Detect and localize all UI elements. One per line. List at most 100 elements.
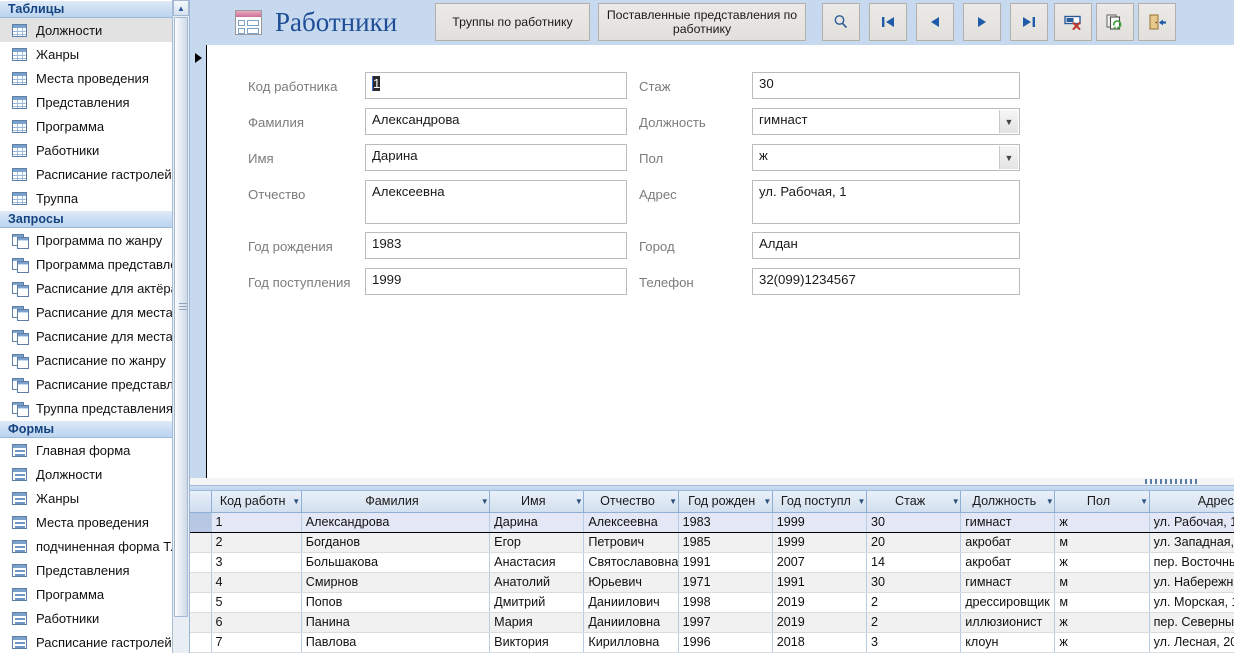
cell-0-7[interactable]: гимнаст <box>960 511 1056 533</box>
cell-1-0[interactable]: 2 <box>211 532 302 553</box>
chevron-down-icon[interactable]: ▼ <box>480 497 489 506</box>
chevron-down-icon[interactable]: ▼ <box>669 497 677 506</box>
cell-3-5[interactable]: 1991 <box>772 572 867 593</box>
nav-item-0-3[interactable]: Представления <box>0 90 189 114</box>
table-row[interactable]: 3 Большакова Анастасия Святославовна 1991 200… <box>190 552 1234 573</box>
nav-item-2-2[interactable]: Жанры <box>0 486 189 510</box>
nav-item-2-6[interactable]: Программа <box>0 582 189 606</box>
entry-year-input[interactable]: 1999 <box>365 268 627 295</box>
cell-5-9[interactable]: пер. Северный <box>1149 612 1234 633</box>
cell-2-4[interactable]: 1991 <box>678 552 773 573</box>
column-header-6[interactable]: Стаж ▼ <box>866 491 962 513</box>
select-all-corner[interactable] <box>190 491 212 513</box>
table-row[interactable]: 4 Смирнов Анатолий Юрьевич 1971 1991 30 гимнаст… <box>190 572 1234 593</box>
navigation-pane-scrollbar[interactable]: ▲ <box>172 0 189 653</box>
cell-3-9[interactable]: ул. Набережная <box>1149 572 1234 593</box>
nav-item-2-7[interactable]: Работники <box>0 606 189 630</box>
nav-item-0-7[interactable]: Труппа <box>0 186 189 210</box>
cell-6-3[interactable]: Кирилловна <box>583 632 679 653</box>
form-splitter[interactable] <box>190 478 1234 491</box>
first-name-input[interactable]: Дарина <box>365 144 627 171</box>
nav-item-2-3[interactable]: Места проведения <box>0 510 189 534</box>
cell-6-9[interactable]: ул. Лесная, 20 <box>1149 632 1234 653</box>
cell-5-8[interactable]: ж <box>1054 612 1150 633</box>
cell-3-6[interactable]: 30 <box>866 572 962 593</box>
column-header-5[interactable]: Год поступл ▼ <box>772 491 867 513</box>
cell-4-2[interactable]: Дмитрий <box>489 592 585 613</box>
cell-0-8[interactable]: ж <box>1054 511 1150 533</box>
cell-2-8[interactable]: ж <box>1054 552 1150 573</box>
cell-4-6[interactable]: 2 <box>866 592 962 613</box>
cell-1-4[interactable]: 1985 <box>678 532 773 553</box>
cell-0-3[interactable]: Алексеевна <box>583 511 679 533</box>
performances-by-worker-button[interactable]: Поставленные представления по работнику <box>598 3 806 41</box>
cell-2-1[interactable]: Большакова <box>301 552 491 573</box>
cell-3-2[interactable]: Анатолий <box>489 572 585 593</box>
nav-item-1-3[interactable]: Расписание для места <box>0 300 189 324</box>
cell-1-5[interactable]: 1999 <box>772 532 867 553</box>
cell-0-1[interactable]: Александрова <box>301 511 491 533</box>
nav-section-header-0[interactable]: Таблицы« <box>0 0 189 18</box>
chevron-down-icon[interactable]: ▼ <box>1045 497 1054 506</box>
table-row[interactable]: 2 Богданов Егор Петрович 1985 1999 20 акробат м у… <box>190 532 1234 553</box>
chevron-down-icon[interactable]: ▼ <box>763 497 771 506</box>
column-header-1[interactable]: Фамилия ▼ <box>301 491 491 513</box>
cell-6-0[interactable]: 7 <box>211 632 302 653</box>
cell-6-1[interactable]: Павлова <box>301 632 491 653</box>
groups-by-worker-button[interactable]: Труппы по работнику <box>435 3 590 41</box>
nav-item-0-4[interactable]: Программа <box>0 114 189 138</box>
nav-item-2-0[interactable]: Главная форма <box>0 438 189 462</box>
row-selector[interactable] <box>190 632 212 653</box>
cell-1-6[interactable]: 20 <box>866 532 962 553</box>
cell-6-2[interactable]: Виктория <box>489 632 585 653</box>
worker-code-input[interactable]: 1 <box>365 72 627 99</box>
city-input[interactable]: Алдан <box>752 232 1020 259</box>
cell-6-8[interactable]: ж <box>1054 632 1150 653</box>
cell-1-2[interactable]: Егор <box>489 532 585 553</box>
row-selector[interactable] <box>190 592 212 613</box>
cell-3-3[interactable]: Юрьевич <box>583 572 679 593</box>
last-name-input[interactable]: Александрова <box>365 108 627 135</box>
previous-record-button[interactable] <box>916 3 954 41</box>
cell-4-0[interactable]: 5 <box>211 592 302 613</box>
address-input[interactable]: ул. Рабочая, 1 <box>752 180 1020 224</box>
nav-item-0-2[interactable]: Места проведения <box>0 66 189 90</box>
chevron-down-icon[interactable]: ▼ <box>951 497 960 506</box>
nav-item-0-1[interactable]: Жанры <box>0 42 189 66</box>
cell-1-3[interactable]: Петрович <box>583 532 679 553</box>
row-selector[interactable] <box>190 572 212 593</box>
column-header-7[interactable]: Должность ▼ <box>960 491 1056 513</box>
chevron-down-icon[interactable]: ▼ <box>857 497 866 506</box>
column-header-3[interactable]: Отчество ▼ <box>583 491 679 513</box>
cell-5-2[interactable]: Мария <box>489 612 585 633</box>
cell-3-8[interactable]: м <box>1054 572 1150 593</box>
nav-item-1-7[interactable]: Труппа представления <box>0 396 189 420</box>
cell-2-3[interactable]: Святославовна <box>583 552 679 573</box>
cell-0-0[interactable]: 1 <box>210 511 302 533</box>
column-header-9[interactable]: Адрес <box>1149 491 1234 513</box>
cell-1-8[interactable]: м <box>1054 532 1150 553</box>
cell-5-0[interactable]: 6 <box>211 612 302 633</box>
cell-4-4[interactable]: 1998 <box>678 592 773 613</box>
cell-5-1[interactable]: Панина <box>301 612 491 633</box>
cell-0-2[interactable]: Дарина <box>489 511 585 533</box>
cell-1-1[interactable]: Богданов <box>301 532 491 553</box>
column-header-4[interactable]: Год рожден ▼ <box>678 491 773 513</box>
cell-3-0[interactable]: 4 <box>211 572 302 593</box>
nav-item-1-1[interactable]: Программа представле... <box>0 252 189 276</box>
cell-5-4[interactable]: 1997 <box>678 612 773 633</box>
cell-0-6[interactable]: 30 <box>866 511 962 533</box>
cell-6-5[interactable]: 2018 <box>772 632 867 653</box>
column-header-0[interactable]: Код работн ▼ <box>211 491 302 513</box>
cell-0-9[interactable]: ул. Рабочая, 1 <box>1149 511 1234 533</box>
patronymic-input[interactable]: Алексеевна <box>365 180 627 224</box>
cell-4-9[interactable]: ул. Морская, 1 <box>1149 592 1234 613</box>
cell-5-6[interactable]: 2 <box>866 612 962 633</box>
splitter-handle-icon[interactable] <box>1145 479 1197 484</box>
column-header-2[interactable]: Имя ▼ <box>489 491 585 513</box>
nav-item-1-2[interactable]: Расписание для актёра <box>0 276 189 300</box>
phone-input[interactable]: 32(099)1234567 <box>752 268 1020 295</box>
nav-item-0-0[interactable]: Должности <box>0 18 189 42</box>
cell-6-4[interactable]: 1996 <box>678 632 773 653</box>
nav-item-1-5[interactable]: Расписание по жанру <box>0 348 189 372</box>
